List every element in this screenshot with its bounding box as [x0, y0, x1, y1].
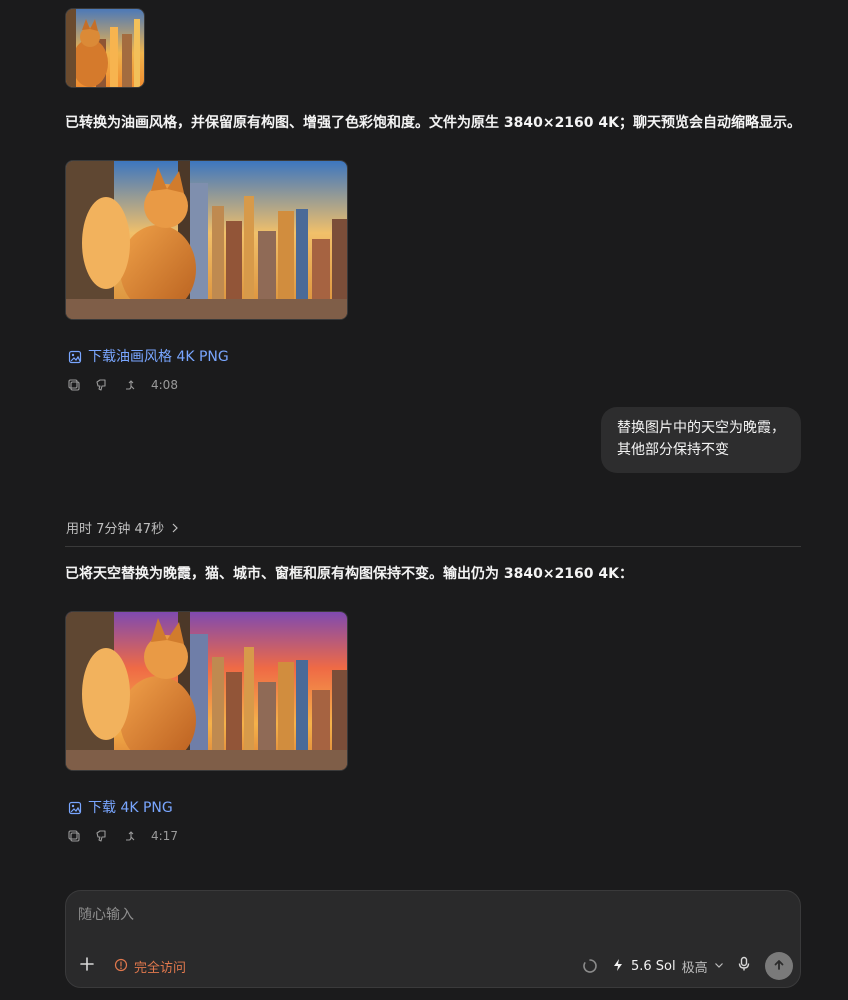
user-message-line-1: 替换图片中的天空为晚霞，	[617, 420, 785, 436]
branch-icon[interactable]	[123, 829, 137, 843]
thumbs-down-icon[interactable]	[95, 378, 109, 392]
access-mode-button[interactable]: 完全访问	[114, 957, 186, 976]
image-thumbnail-top[interactable]	[65, 8, 145, 88]
chevron-down-icon	[714, 959, 724, 974]
section-divider	[65, 546, 801, 547]
user-message-line-2: 其他部分保持不变	[617, 442, 729, 458]
image-preview-2[interactable]	[65, 611, 348, 771]
image-preview-1[interactable]	[65, 160, 348, 320]
microphone-icon	[737, 956, 751, 976]
message-time-2: 4:17	[151, 829, 178, 843]
message-actions-1: 4:08	[67, 377, 178, 393]
model-selector[interactable]: 5.6 Sol 极高	[611, 957, 724, 976]
download-4k-label: 下载 4K PNG	[88, 800, 173, 816]
access-mode-label: 完全访问	[134, 961, 187, 976]
message-actions-2: 4:17	[67, 828, 178, 844]
copy-icon[interactable]	[67, 378, 81, 392]
download-4k-link[interactable]: 下载 4K PNG	[68, 798, 173, 818]
send-button[interactable]	[765, 952, 793, 980]
thumbs-down-icon[interactable]	[95, 829, 109, 843]
download-oil-painting-label: 下载油画风格 4K PNG	[88, 349, 229, 365]
message-composer: 随心输入 完全访问 5.6 Sol 极高	[65, 890, 801, 988]
image-icon	[68, 350, 82, 364]
chat-page: 已转换为油画风格，并保留原有构图、增强了色彩饱和度。文件为原生 3840×216…	[0, 0, 848, 1000]
copy-icon[interactable]	[67, 829, 81, 843]
download-oil-painting-link[interactable]: 下载油画风格 4K PNG	[68, 347, 229, 367]
sunset-preview	[66, 612, 347, 770]
message-time-1: 4:08	[151, 378, 178, 392]
assistant-message-1: 已转换为油画风格，并保留原有构图、增强了色彩饱和度。文件为原生 3840×216…	[65, 115, 801, 131]
oil-painting-thumbnail	[66, 9, 144, 87]
microphone-button[interactable]	[736, 956, 752, 976]
plus-button[interactable]	[78, 957, 96, 975]
branch-icon[interactable]	[123, 378, 137, 392]
loading-icon	[582, 958, 598, 978]
warning-icon	[114, 958, 128, 976]
duration-toggle[interactable]: 用时 7分钟 47秒	[66, 520, 180, 540]
arrow-up-icon	[772, 957, 786, 976]
duration-label: 用时 7分钟 47秒	[66, 522, 165, 537]
model-name: 5.6 Sol	[631, 959, 676, 974]
model-level: 极高	[681, 961, 708, 976]
chevron-right-icon	[170, 520, 180, 540]
oil-painting-preview	[66, 161, 347, 319]
image-icon	[68, 801, 82, 815]
bolt-icon	[611, 958, 625, 976]
composer-placeholder[interactable]: 随心输入	[78, 905, 134, 925]
assistant-message-2: 已将天空替换为晚霞，猫、城市、窗框和原有构图保持不变。输出仍为 3840×216…	[65, 566, 633, 582]
user-message-bubble: 替换图片中的天空为晚霞， 其他部分保持不变	[601, 407, 801, 473]
plus-icon	[79, 956, 95, 976]
